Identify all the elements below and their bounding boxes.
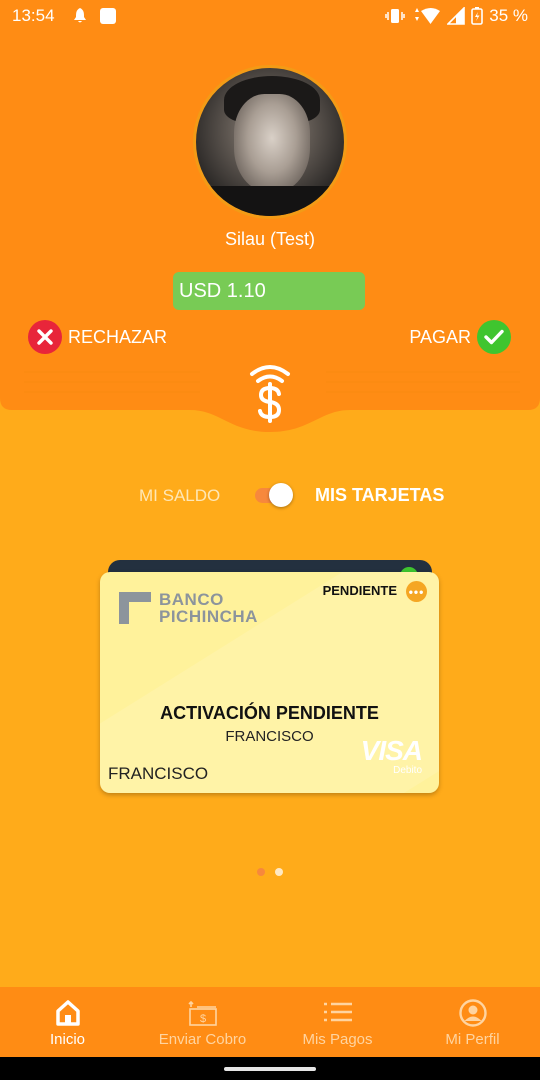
nav-my-profile[interactable]: Mi Perfil: [405, 987, 540, 1057]
bell-icon: [73, 8, 86, 23]
more-options-icon[interactable]: •••: [406, 581, 427, 602]
nav-my-profile-label: Mi Perfil: [445, 1031, 500, 1048]
svg-text:$: $: [199, 1013, 205, 1025]
debit-card[interactable]: BANCO PICHINCHA PENDIENTE ••• ACTIVACIÓN…: [100, 572, 439, 793]
payer-name: Silau (Test): [224, 229, 316, 249]
home-icon: [55, 1000, 80, 1026]
nav-send-charge[interactable]: $ Enviar Cobro: [135, 987, 270, 1057]
pay-label: PAGAR: [409, 326, 471, 347]
system-navigation-bar: [0, 1057, 540, 1080]
send-charge-icon: $: [187, 1000, 217, 1026]
bank-logo-icon: [119, 592, 151, 624]
nav-my-payments[interactable]: Mis Pagos: [270, 987, 405, 1057]
balance-card-toggle: MI SALDO MIS TARJETAS: [0, 478, 540, 512]
pay-button[interactable]: PAGAR: [409, 319, 511, 355]
my-balance-label[interactable]: MI SALDO: [139, 486, 220, 506]
card-holder-name: FRANCISCO: [108, 764, 209, 783]
amount-value: USD 1.10: [179, 279, 266, 302]
nav-home[interactable]: Inicio: [0, 987, 135, 1057]
contactless-payment-icon: [250, 365, 290, 423]
bank-name-line1: BANCO: [159, 590, 224, 609]
payer-avatar: [193, 65, 347, 219]
bank-name-line2: PICHINCHA: [159, 607, 258, 626]
nav-send-charge-label: Enviar Cobro: [158, 1031, 247, 1048]
amount-display: USD 1.10: [173, 272, 365, 310]
battery-icon: [471, 7, 484, 25]
close-icon: [28, 320, 62, 354]
signal-icon: [447, 7, 466, 25]
my-cards-label[interactable]: MIS TARJETAS: [315, 485, 444, 506]
pager-dot-active[interactable]: [257, 868, 265, 876]
visa-logo: VISA: [360, 735, 423, 766]
nav-home-label: Inicio: [49, 1031, 86, 1048]
wifi-icon: [415, 8, 441, 24]
reject-button[interactable]: RECHAZAR: [28, 319, 167, 355]
pager-dot[interactable]: [275, 868, 283, 876]
card-pager: [257, 868, 283, 876]
check-icon: [477, 320, 511, 354]
status-time: 13:54: [12, 6, 55, 25]
battery-level: 35 %: [489, 6, 528, 25]
home-gesture-handle[interactable]: [224, 1067, 316, 1071]
profile-icon: [458, 999, 487, 1027]
bottom-navigation: Inicio $ Enviar Cobro Mis Pagos Mi Perfi…: [0, 987, 540, 1057]
reject-label: RECHAZAR: [68, 326, 168, 347]
status-bar: 13:54 35 %: [0, 0, 540, 32]
bank-logo: BANCO PICHINCHA: [119, 591, 258, 625]
app-square-icon: [99, 8, 116, 24]
list-icon: [323, 1002, 352, 1022]
vibrate-icon: [385, 9, 405, 23]
card-type-label: Debito: [393, 765, 422, 776]
card-title: ACTIVACIÓN PENDIENTE: [160, 703, 379, 723]
nav-my-payments-label: Mis Pagos: [302, 1031, 373, 1048]
balance-cards-switch[interactable]: [255, 482, 299, 508]
card-status-badge: PENDIENTE: [322, 583, 397, 598]
